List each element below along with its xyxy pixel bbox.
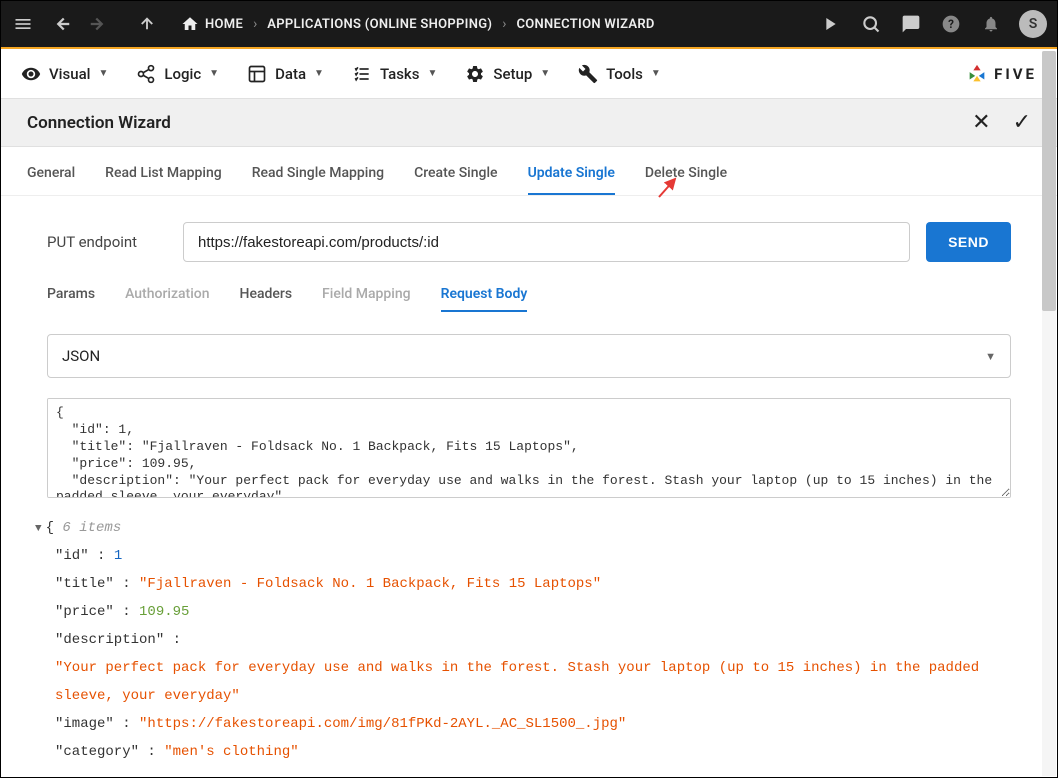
tab-read-single-mapping[interactable]: Read Single Mapping (252, 157, 384, 195)
json-row: "price" : 109.95 (55, 598, 1011, 626)
share-icon (136, 64, 156, 84)
main-tabs: General Read List Mapping Read Single Ma… (1, 147, 1057, 196)
eye-icon (21, 64, 41, 84)
content: PUT endpoint SEND Params Authorization H… (1, 196, 1057, 776)
caret-down-icon: ▼ (314, 68, 324, 79)
wrench-icon (578, 64, 598, 84)
body-type-select[interactable]: JSON ▼ (47, 334, 1011, 378)
avatar[interactable]: S (1019, 10, 1047, 38)
menu-label: Visual (49, 65, 90, 83)
json-row: "description" : "Your perfect pack for e… (55, 626, 1011, 710)
caret-down-icon: ▼ (98, 68, 108, 79)
json-root: ▼{ 6 items (35, 514, 1011, 542)
caret-down-icon: ▼ (540, 68, 550, 79)
logo: FIVE (966, 63, 1037, 85)
breadcrumb-connection-wizard[interactable]: CONNECTION WIZARD (516, 17, 654, 32)
menu-label: Tasks (380, 65, 420, 83)
menu-visual[interactable]: Visual ▼ (21, 64, 108, 84)
topbar-right: ? S (819, 10, 1047, 38)
menu-label: Tools (606, 65, 643, 83)
breadcrumb: HOME › APPLICATIONS (ONLINE SHOPPING) › … (181, 15, 655, 33)
subtab-authorization[interactable]: Authorization (125, 280, 209, 312)
menu-logic[interactable]: Logic ▼ (136, 64, 219, 84)
breadcrumb-label: APPLICATIONS (ONLINE SHOPPING) (267, 17, 492, 32)
panel-actions: ✕ ✓ (972, 110, 1031, 135)
close-icon[interactable]: ✕ (972, 110, 990, 135)
endpoint-input[interactable] (183, 222, 910, 262)
menu-setup[interactable]: Setup ▼ (465, 64, 550, 84)
tab-create-single[interactable]: Create Single (414, 157, 498, 195)
menu-label: Logic (164, 65, 201, 83)
tab-general[interactable]: General (27, 157, 75, 195)
json-row: "category" : "men's clothing" (55, 738, 1011, 766)
tab-update-single[interactable]: Update Single (528, 157, 615, 195)
panel-title: Connection Wizard (27, 113, 171, 133)
breadcrumb-label: HOME (205, 17, 243, 32)
gear-icon (465, 64, 485, 84)
topbar-left: HOME › APPLICATIONS (ONLINE SHOPPING) › … (11, 12, 655, 36)
back-icon[interactable] (49, 12, 73, 36)
send-button[interactable]: SEND (926, 222, 1011, 262)
json-row: "id" : 1 (55, 542, 1011, 570)
menu-tasks[interactable]: Tasks ▼ (352, 64, 437, 84)
breadcrumb-applications[interactable]: APPLICATIONS (ONLINE SHOPPING) (267, 17, 492, 32)
menu-tools[interactable]: Tools ▼ (578, 64, 661, 84)
caret-down-icon: ▼ (427, 68, 437, 79)
list-icon (352, 64, 372, 84)
collapse-icon[interactable]: ▼ (35, 523, 42, 535)
subtabs: Params Authorization Headers Field Mappi… (47, 280, 1011, 312)
menu-data[interactable]: Data ▼ (247, 64, 324, 84)
request-body-textarea[interactable] (47, 398, 1011, 498)
item-count: 6 items (62, 520, 121, 536)
caret-down-icon: ▼ (651, 68, 661, 79)
topbar: HOME › APPLICATIONS (ONLINE SHOPPING) › … (1, 1, 1057, 49)
bell-icon[interactable] (979, 12, 1003, 36)
menubar: Visual ▼ Logic ▼ Data ▼ Tasks ▼ Setup ▼ … (1, 49, 1057, 99)
logo-text: FIVE (994, 65, 1037, 83)
endpoint-row: PUT endpoint SEND (47, 222, 1011, 262)
scrollbar[interactable] (1042, 51, 1056, 776)
endpoint-label: PUT endpoint (47, 233, 167, 251)
search-icon[interactable] (859, 12, 883, 36)
chevron-right-icon: › (253, 16, 257, 32)
subtab-headers[interactable]: Headers (240, 280, 293, 312)
chevron-right-icon: › (502, 16, 506, 32)
panel-header: Connection Wizard ✕ ✓ (1, 99, 1057, 147)
caret-down-icon: ▼ (985, 350, 996, 363)
breadcrumb-label: CONNECTION WIZARD (516, 17, 654, 32)
menu-label: Data (275, 65, 306, 83)
json-row: "image" : "https://fakestoreapi.com/img/… (55, 710, 1011, 738)
json-row: "title" : "Fjallraven - Foldsack No. 1 B… (55, 570, 1011, 598)
body-type-value: JSON (62, 347, 100, 365)
menu-label: Setup (493, 65, 532, 83)
tab-read-list-mapping[interactable]: Read List Mapping (105, 157, 222, 195)
subtab-field-mapping[interactable]: Field Mapping (322, 280, 411, 312)
help-icon[interactable]: ? (939, 12, 963, 36)
menu-icon[interactable] (11, 12, 35, 36)
grid-icon (247, 64, 267, 84)
subtab-params[interactable]: Params (47, 280, 95, 312)
upload-icon[interactable] (135, 12, 159, 36)
avatar-letter: S (1029, 16, 1038, 32)
logo-icon (966, 63, 988, 85)
forward-icon[interactable] (87, 12, 111, 36)
chat-icon[interactable] (899, 12, 923, 36)
svg-text:?: ? (948, 17, 954, 31)
breadcrumb-home[interactable]: HOME (181, 15, 243, 33)
check-icon[interactable]: ✓ (1013, 110, 1031, 135)
subtab-request-body[interactable]: Request Body (441, 280, 528, 312)
json-viewer: ▼{ 6 items "id" : 1"title" : "Fjallraven… (35, 514, 1011, 766)
tab-delete-single[interactable]: Delete Single (645, 157, 727, 195)
play-icon[interactable] (819, 12, 843, 36)
home-icon (181, 15, 199, 33)
caret-down-icon: ▼ (209, 68, 219, 79)
scrollbar-thumb[interactable] (1042, 51, 1056, 311)
